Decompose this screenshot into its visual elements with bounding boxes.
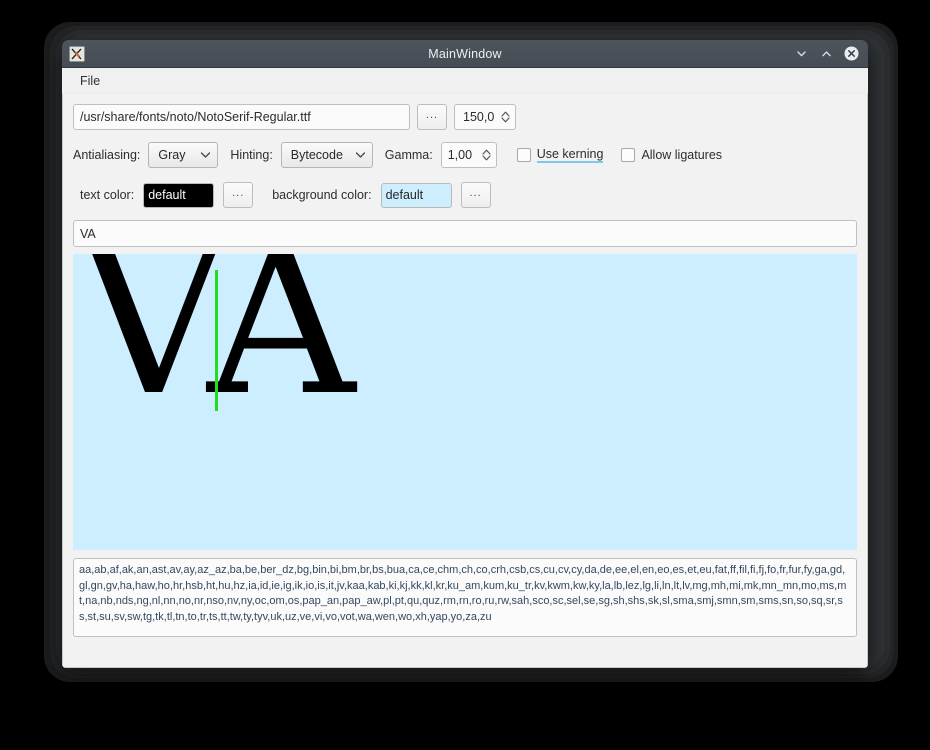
font-size-value: 150,0: [463, 110, 495, 124]
chevron-down-icon: [355, 151, 366, 159]
antialiasing-select[interactable]: Gray: [148, 142, 219, 168]
use-kerning-checkbox[interactable]: Use kerning: [516, 147, 604, 163]
allow-ligatures-label[interactable]: Allow ligatures: [641, 148, 722, 162]
minimize-icon[interactable]: [794, 46, 809, 61]
spinner-arrows-icon[interactable]: [481, 148, 492, 162]
text-color-field[interactable]: default: [143, 182, 215, 208]
menu-item-file[interactable]: File: [72, 71, 108, 91]
use-kerning-label[interactable]: Use kerning: [536, 147, 604, 163]
font-file-row: /usr/share/fonts/noto/NotoSerif-Regular.…: [73, 104, 857, 130]
desktop-background: MainWindow File /usr/share/fonts/noto/No…: [0, 0, 930, 750]
antialiasing-value: Gray: [158, 148, 186, 162]
window-titlebar[interactable]: MainWindow: [62, 40, 868, 68]
render-options-row: Antialiasing: Gray Hinting: Bytecode Gam…: [73, 142, 857, 168]
close-icon[interactable]: [844, 46, 859, 61]
background-color-label: background color:: [272, 188, 372, 202]
text-color-browse-button[interactable]: ...: [223, 182, 254, 208]
gamma-spinbox[interactable]: 1,00: [440, 142, 497, 168]
spinner-arrows-icon[interactable]: [500, 110, 511, 124]
antialiasing-label: Antialiasing:: [73, 148, 141, 162]
preview-text-input[interactable]: VA: [73, 220, 857, 247]
color-row: text color: default ... background color…: [73, 182, 857, 208]
font-path-input[interactable]: /usr/share/fonts/noto/NotoSerif-Regular.…: [73, 104, 410, 130]
window-title: MainWindow: [428, 46, 502, 61]
font-size-spinbox[interactable]: 150,0: [454, 104, 517, 130]
gamma-label: Gamma:: [384, 148, 433, 162]
menubar: File: [62, 68, 868, 94]
kerning-cursor-marker: [215, 270, 218, 411]
hinting-value: Bytecode: [290, 148, 343, 162]
app-icon: [69, 45, 85, 62]
hinting-label: Hinting:: [230, 148, 273, 162]
hinting-select[interactable]: Bytecode: [280, 142, 373, 168]
background-color-field[interactable]: default: [380, 182, 452, 208]
glyph-preview-canvas[interactable]: VA: [73, 254, 857, 550]
maximize-icon[interactable]: [819, 46, 834, 61]
use-kerning-checkbox-box[interactable]: [516, 148, 531, 162]
window-content: /usr/share/fonts/noto/NotoSerif-Regular.…: [62, 94, 868, 668]
main-window: MainWindow File /usr/share/fonts/noto/No…: [62, 40, 868, 668]
chevron-down-icon: [200, 151, 211, 159]
language-coverage-list[interactable]: aa,ab,af,ak,an,ast,av,ay,az_az,ba,be,ber…: [73, 558, 857, 637]
allow-ligatures-checkbox-box[interactable]: [621, 148, 636, 162]
background-color-browse-button[interactable]: ...: [460, 182, 491, 208]
text-color-label: text color:: [80, 188, 135, 202]
allow-ligatures-checkbox[interactable]: Allow ligatures: [621, 148, 722, 162]
gamma-value: 1,00: [447, 148, 473, 162]
window-controls: [794, 46, 868, 61]
browse-font-button[interactable]: ...: [417, 104, 447, 130]
